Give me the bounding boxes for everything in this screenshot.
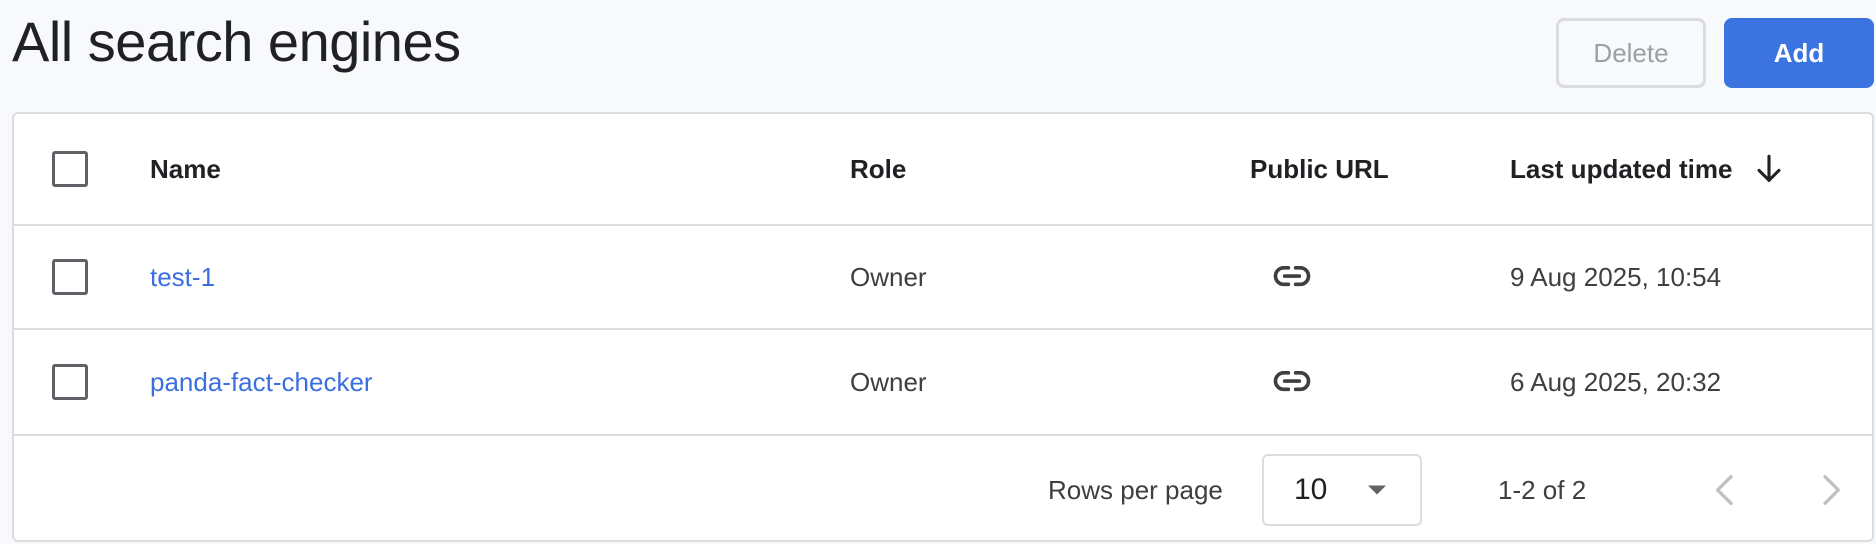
add-button[interactable]: Add [1724,18,1874,88]
arrow-down-icon[interactable] [1752,152,1786,186]
rows-per-page-label: Rows per page [1048,474,1223,505]
last-updated-cell: 6 Aug 2025, 20:32 [1510,330,1721,434]
row-checkbox[interactable] [52,364,88,400]
column-header-role[interactable]: Role [850,114,906,224]
link-icon[interactable] [1270,360,1314,404]
pagination-bar: Rows per page 10 1-2 of 2 [14,436,1872,540]
role-text: Owner [850,261,927,292]
column-header-public-url[interactable]: Public URL [1250,114,1389,224]
search-engines-table: Name Role Public URL Last updated time t… [12,112,1874,542]
engine-name-link[interactable]: panda-fact-checker [150,367,373,398]
role-cell: Owner [850,330,927,434]
pagination-range: 1-2 of 2 [1498,474,1587,505]
table-row[interactable]: test-1 Owner 9 Aug 2025, 10:54 [14,226,1872,330]
engine-name-cell: test-1 [150,226,215,328]
role-text: Owner [850,366,927,397]
delete-button[interactable]: Delete [1556,18,1706,88]
chevron-right-icon[interactable] [1808,468,1852,512]
select-all-checkbox[interactable] [52,151,88,187]
column-header-last-updated[interactable]: Last updated time [1510,114,1786,224]
link-icon[interactable] [1270,255,1314,299]
table-row[interactable]: panda-fact-checker Owner 6 Aug 2025, 20:… [14,330,1872,436]
last-updated-text: 9 Aug 2025, 10:54 [1510,261,1722,292]
last-updated-cell: 9 Aug 2025, 10:54 [1510,226,1721,328]
role-cell: Owner [850,226,927,328]
rows-per-page-select[interactable]: 10 [1262,454,1422,526]
chevron-left-icon[interactable] [1704,468,1748,512]
engine-name-link[interactable]: test-1 [150,262,215,293]
row-checkbox[interactable] [52,259,88,295]
engine-name-cell: panda-fact-checker [150,330,373,434]
column-header-last-updated-label: Last updated time [1510,153,1733,184]
column-header-name[interactable]: Name [150,114,221,224]
last-updated-text: 6 Aug 2025, 20:32 [1510,366,1722,397]
caret-down-icon [1368,485,1386,495]
page-title: All search engines [12,10,461,73]
rows-per-page-value: 10 [1294,473,1328,506]
table-header-row: Name Role Public URL Last updated time [14,114,1872,226]
page-header: All search engines Delete Add [0,0,1876,112]
